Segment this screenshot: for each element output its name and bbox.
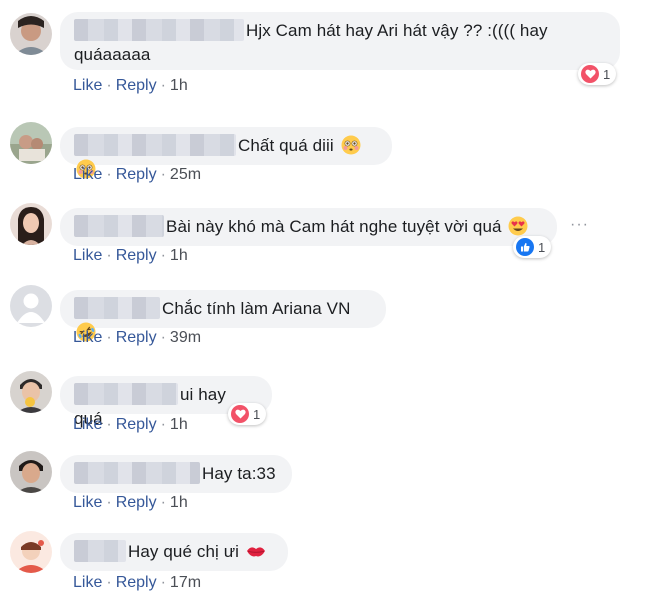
commenter-name[interactable] [74, 134, 236, 156]
commenter-name[interactable] [74, 462, 200, 484]
like-link[interactable]: Like [73, 166, 102, 183]
like-link[interactable]: Like [73, 329, 102, 346]
flushed-face-icon [341, 135, 361, 155]
like-link[interactable]: Like [73, 494, 102, 511]
comment-text: Hjx Cam hát hay Ari hát vậy ?? :(((( hay [246, 21, 548, 40]
avatar[interactable] [10, 13, 52, 55]
timestamp[interactable]: 1h [170, 77, 188, 94]
reaction-badge[interactable]: 1 [578, 63, 617, 85]
like-link[interactable]: Like [73, 416, 102, 433]
comment-text: quáaaaaa [74, 45, 151, 64]
avatar[interactable] [10, 451, 52, 493]
commenter-name[interactable] [74, 297, 160, 319]
comment-actions: Like · Reply · 39m [73, 329, 202, 346]
reply-link[interactable]: Reply [116, 77, 157, 94]
comment-actions: Like · Reply · 1h [73, 247, 188, 264]
reaction-count: 1 [538, 239, 546, 255]
reaction-badge[interactable]: 1 [513, 236, 552, 258]
comment-text: Chất quá diii [238, 136, 334, 155]
comment-bubble: Chắc tính làm Ariana VN [60, 290, 386, 342]
timestamp[interactable]: 25m [170, 166, 201, 183]
kiss-lips-icon [246, 547, 265, 557]
more-options-icon[interactable]: ··· [570, 216, 589, 234]
heart-eyes-face-icon [508, 216, 528, 236]
heart-icon [581, 65, 599, 83]
comment-bubble: Hjx Cam hát hay Ari hát vậy ?? :(((( hay… [60, 12, 620, 70]
like-link[interactable]: Like [73, 574, 102, 591]
heart-icon [231, 405, 249, 423]
reaction-count: 1 [253, 406, 261, 422]
timestamp[interactable]: 1h [170, 247, 188, 264]
comment-bubble: Bài này khó mà Cam hát nghe tuyệt vời qu… [60, 208, 557, 246]
avatar[interactable] [10, 122, 52, 164]
commenter-name[interactable] [74, 215, 164, 237]
comment-actions: Like · Reply · 1h [73, 416, 188, 433]
reaction-badge[interactable]: 1 [228, 403, 267, 425]
avatar[interactable] [10, 531, 52, 573]
comment-text: Hay qué chị ưi [128, 542, 240, 561]
comment-actions: Like · Reply · 1h [73, 494, 188, 511]
like-link[interactable]: Like [73, 77, 102, 94]
reply-link[interactable]: Reply [116, 166, 157, 183]
reply-link[interactable]: Reply [116, 329, 157, 346]
reply-link[interactable]: Reply [116, 416, 157, 433]
reply-link[interactable]: Reply [116, 247, 157, 264]
reply-link[interactable]: Reply [116, 494, 157, 511]
comment-bubble: Hay ta:33 [60, 455, 292, 493]
thumbs-up-icon [516, 238, 534, 256]
reaction-count: 1 [603, 66, 611, 82]
comment-actions: Like · Reply · 17m [73, 574, 202, 591]
timestamp[interactable]: 1h [170, 416, 188, 433]
timestamp[interactable]: 39m [170, 329, 201, 346]
like-link[interactable]: Like [73, 247, 102, 264]
comment-actions: Like · Reply · 1h [73, 77, 188, 94]
comment-text: Bài này khó mà Cam hát nghe tuyệt vời qu… [166, 217, 502, 236]
timestamp[interactable]: 1h [170, 494, 188, 511]
comment-bubble: Chất quá diii [60, 127, 392, 179]
timestamp[interactable]: 17m [170, 574, 201, 591]
commenter-name[interactable] [74, 383, 178, 405]
avatar[interactable] [10, 203, 52, 245]
avatar[interactable] [10, 285, 52, 327]
comment-text: Chắc tính làm Ariana VN [162, 299, 351, 318]
comment-text: Hay ta:33 [202, 464, 276, 483]
commenter-name[interactable] [74, 540, 126, 562]
comment-actions: Like · Reply · 25m [73, 166, 202, 183]
avatar[interactable] [10, 371, 52, 413]
reply-link[interactable]: Reply [116, 574, 157, 591]
commenter-name[interactable] [74, 19, 244, 41]
comment-bubble: Hay qué chị ưi [60, 533, 288, 571]
